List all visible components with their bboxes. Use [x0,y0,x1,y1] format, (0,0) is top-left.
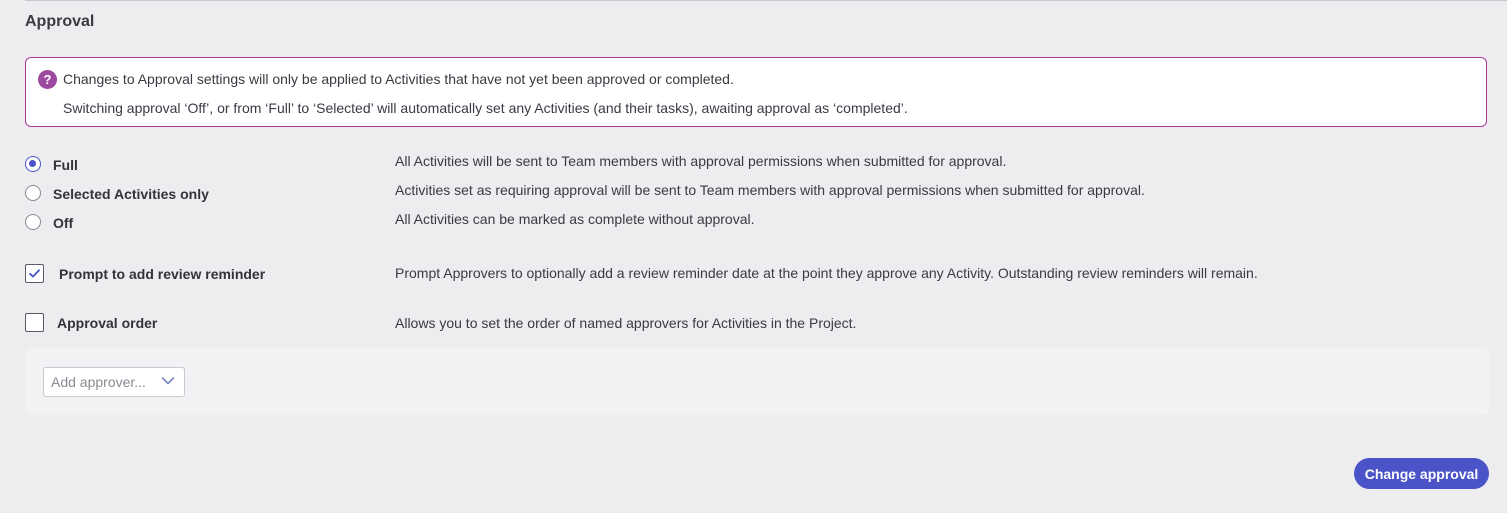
checkmark-icon [29,269,40,278]
section-title: Approval [25,13,95,30]
change-approval-button[interactable]: Change approval [1354,458,1489,489]
radio-off[interactable] [25,214,41,230]
review-reminder-setting[interactable]: Prompt to add review reminder Prompt App… [25,264,1495,288]
radio-description-full: All Activities will be sent to Team memb… [395,153,1007,169]
review-reminder-label[interactable]: Prompt to add review reminder [59,266,265,282]
top-divider [25,0,1507,1]
approval-option-selected[interactable]: Selected Activities only Activities set … [25,182,1495,209]
review-reminder-description: Prompt Approvers to optionally add a rev… [395,265,1258,281]
approvers-panel: Add approver... [25,348,1489,415]
approval-option-full[interactable]: Full All Activities will be sent to Team… [25,153,1495,180]
notice-line-1: Changes to Approval settings will only b… [63,71,734,87]
add-approver-placeholder: Add approver... [51,374,146,390]
radio-full[interactable] [25,156,41,172]
approval-order-setting[interactable]: Approval order Allows you to set the ord… [25,313,1495,337]
approval-order-checkbox[interactable] [25,313,44,332]
radio-label-off[interactable]: Off [53,215,73,231]
radio-selected-activities[interactable] [25,185,41,201]
approval-option-off[interactable]: Off All Activities can be marked as comp… [25,211,1495,238]
chevron-down-icon [161,377,175,385]
add-approver-select[interactable]: Add approver... [43,367,185,397]
approval-order-description: Allows you to set the order of named app… [395,315,857,331]
radio-description-off: All Activities can be marked as complete… [395,211,755,227]
notice-line-2: Switching approval ‘Off’, or from ‘Full’… [63,100,908,116]
help-question-icon: ? [38,70,57,89]
info-notice: ? Changes to Approval settings will only… [25,57,1487,127]
approval-order-label[interactable]: Approval order [57,315,157,331]
radio-label-full[interactable]: Full [53,157,78,173]
approval-settings-page: Approval ? Changes to Approval settings … [0,0,1507,513]
radio-description-selected-activities: Activities set as requiring approval wil… [395,182,1145,198]
review-reminder-checkbox[interactable] [25,264,44,283]
radio-label-selected-activities[interactable]: Selected Activities only [53,186,209,202]
